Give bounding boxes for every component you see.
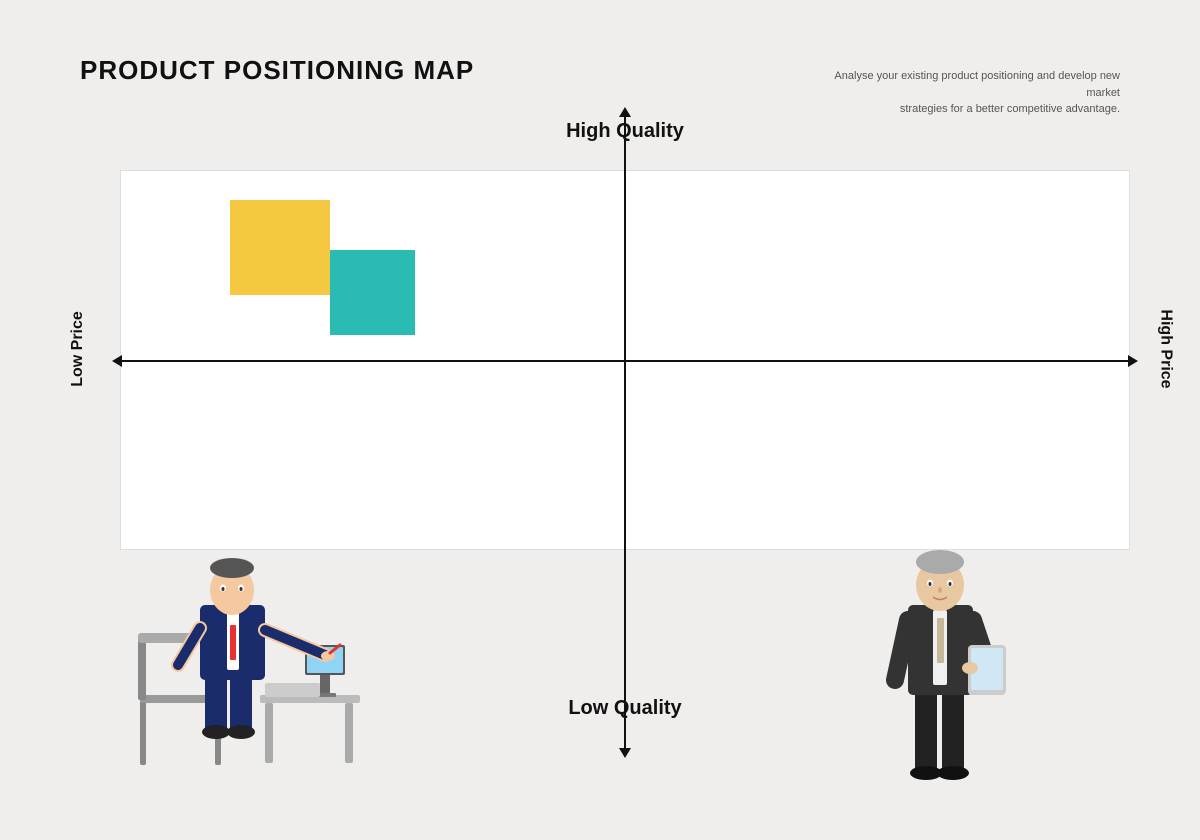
page-description: Analyse your existing product positionin… xyxy=(820,68,1120,118)
person-sitting xyxy=(110,500,370,780)
page-title: PRODUCT POSITIONING MAP xyxy=(80,55,474,86)
product-yellow xyxy=(230,200,330,295)
label-low-price: Low Price xyxy=(69,311,87,387)
label-high-price: High Price xyxy=(1156,309,1174,388)
product-teal xyxy=(330,250,415,335)
person-standing xyxy=(850,490,1030,780)
chart-container: High Quality Low Quality Low Price High … xyxy=(100,170,1150,780)
vertical-axis xyxy=(624,115,626,750)
